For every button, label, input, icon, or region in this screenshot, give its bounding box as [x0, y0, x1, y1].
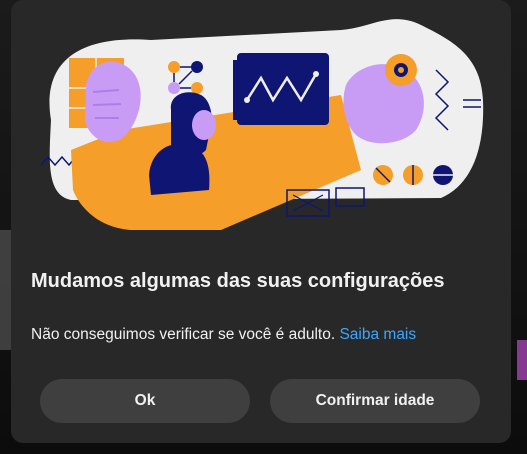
ok-button[interactable]: Ok [40, 379, 250, 423]
settings-change-illustration [40, 19, 484, 230]
learn-more-link[interactable]: Saiba mais [339, 326, 416, 343]
settings-changed-dialog: Mudamos algumas das suas configurações N… [11, 0, 511, 443]
background-video-edge [517, 340, 527, 380]
dialog-message: Não conseguimos verificar se você é adul… [31, 326, 501, 344]
dialog-message-text: Não conseguimos verificar se você é adul… [31, 326, 336, 343]
dialog-title: Mudamos algumas das suas configurações [31, 270, 445, 292]
confirm-age-button[interactable]: Confirmar idade [270, 379, 480, 423]
